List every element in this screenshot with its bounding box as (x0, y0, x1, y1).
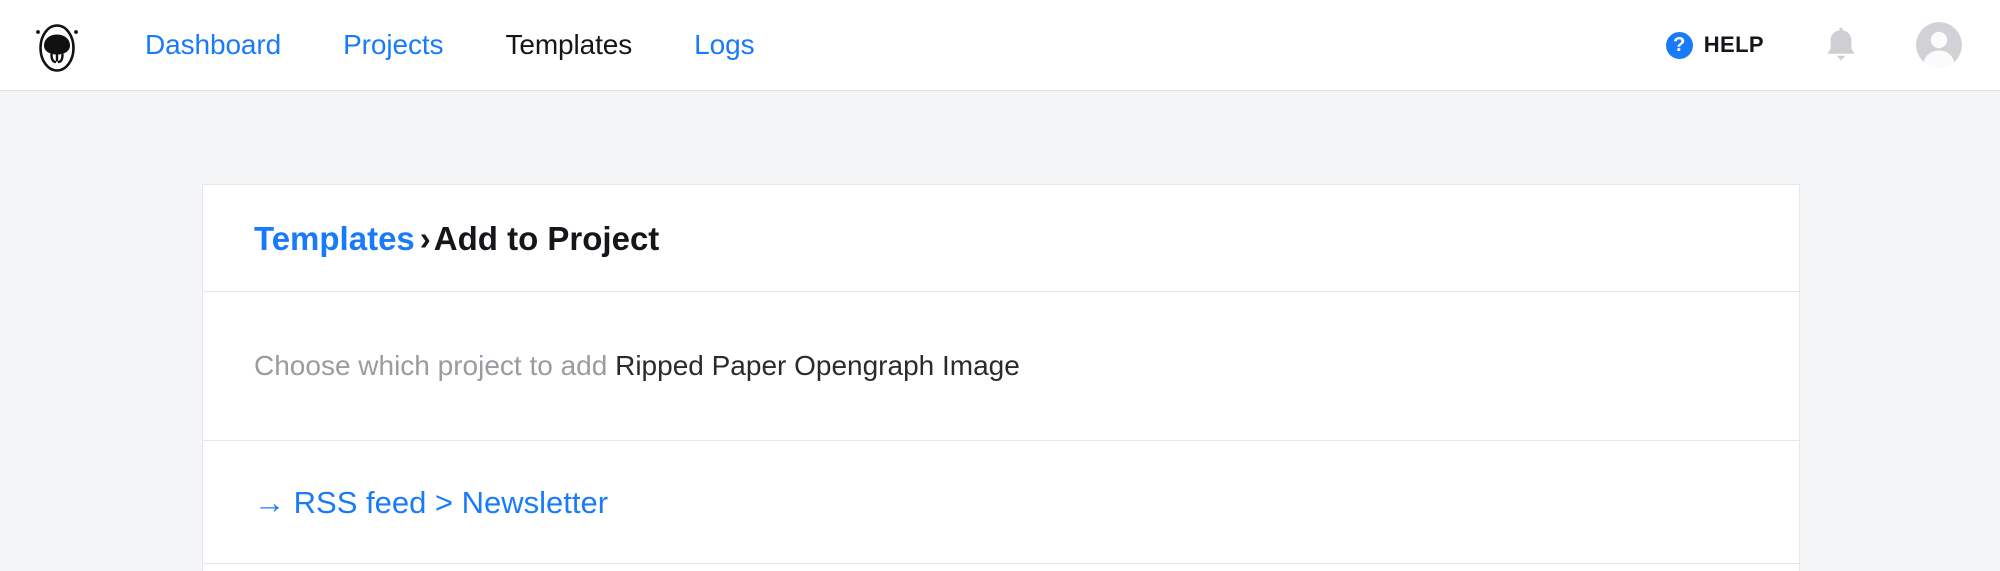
description-text: Choose which project to add Ripped Paper… (254, 352, 1020, 380)
project-link-label: RSS feed > Newsletter (293, 484, 609, 520)
nav-item-projects[interactable]: Projects (312, 31, 474, 59)
user-avatar-icon[interactable] (1916, 22, 1962, 68)
breadcrumb: Templates ›Add to Project (254, 222, 659, 255)
project-option-row-next[interactable] (203, 564, 1799, 571)
bell-icon[interactable] (1824, 27, 1858, 63)
nav-item-dashboard[interactable]: Dashboard (114, 31, 312, 59)
card-description-row: Choose which project to add Ripped Paper… (203, 292, 1799, 441)
main-navigation: Dashboard Projects Templates Logs (114, 31, 786, 59)
template-name: Ripped Paper Opengraph Image (615, 350, 1020, 381)
arrow-right-icon: → (254, 484, 285, 520)
nav-item-templates[interactable]: Templates (474, 31, 663, 59)
question-mark-circle-icon: ? (1665, 31, 1693, 59)
add-to-project-card: Templates ›Add to Project Choose which pr… (202, 184, 1800, 571)
project-option-row[interactable]: → RSS feed > Newsletter (203, 441, 1799, 564)
top-header: Dashboard Projects Templates Logs ? HELP (0, 0, 2000, 91)
breadcrumb-link-templates[interactable]: Templates (254, 220, 415, 257)
project-link-rss-feed-newsletter[interactable]: → RSS feed > Newsletter (254, 487, 608, 518)
card-header-row: Templates ›Add to Project (203, 185, 1799, 292)
help-button[interactable]: ? HELP (1665, 31, 1764, 59)
description-prefix: Choose which project to add (254, 350, 616, 381)
nav-item-logs[interactable]: Logs (663, 31, 785, 59)
help-label: HELP (1703, 32, 1764, 57)
egg-bird-logo-icon[interactable] (34, 15, 80, 75)
breadcrumb-current-page: Add to Project (433, 219, 660, 257)
page-main: Templates ›Add to Project Choose which pr… (0, 91, 2000, 571)
breadcrumb-separator-icon: › (419, 219, 431, 257)
header-actions: ? HELP (1665, 22, 1962, 68)
